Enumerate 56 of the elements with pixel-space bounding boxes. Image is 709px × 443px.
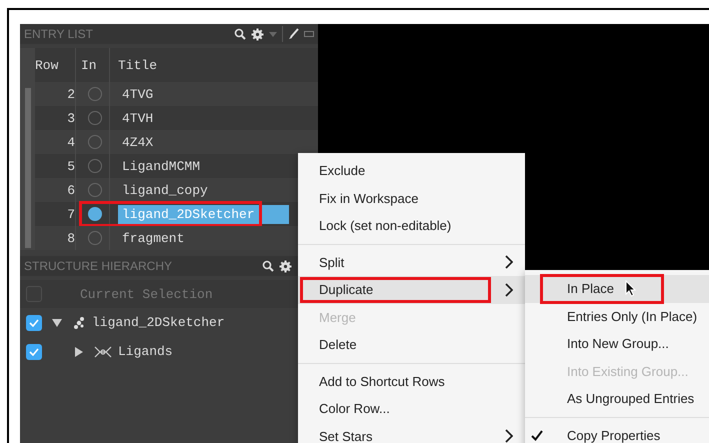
checkmark-icon xyxy=(29,318,39,326)
menu-item[interactable]: Set Stars xyxy=(298,422,525,443)
menu-item[interactable]: Into New Group... xyxy=(525,330,709,358)
row-number: 6 xyxy=(66,182,75,198)
settings-icon[interactable] xyxy=(279,260,292,272)
ligand-icon xyxy=(94,346,112,358)
entry-title[interactable]: 4Z4X xyxy=(118,132,158,152)
row-number: 2 xyxy=(66,86,75,102)
menu-item[interactable]: Add to Shortcut Rows xyxy=(298,368,525,395)
expand-arrow-icon[interactable] xyxy=(74,346,84,356)
checkmark-icon xyxy=(29,348,39,356)
include-toggle[interactable] xyxy=(88,111,102,125)
menu-item[interactable]: Fix in Workspace xyxy=(298,184,525,212)
entry-title[interactable]: 4TVG xyxy=(118,84,158,104)
panel-title: STRUCTURE HIERARCHY xyxy=(24,259,172,273)
include-toggle[interactable] xyxy=(88,135,102,149)
row-number: 4 xyxy=(66,134,75,150)
checkbox[interactable] xyxy=(26,314,42,330)
tree-item-label[interactable]: Ligands xyxy=(118,344,173,359)
menu-item[interactable]: As Ungrouped Entries xyxy=(525,385,709,412)
brush-icon[interactable] xyxy=(288,28,299,40)
checkbox[interactable] xyxy=(26,344,42,360)
tree-item-label[interactable]: ligand_2DSketcher xyxy=(92,315,225,330)
include-toggle[interactable] xyxy=(88,87,102,101)
column-header[interactable]: Row xyxy=(35,58,75,72)
include-toggle[interactable] xyxy=(88,159,102,173)
scrollbar-thumb[interactable] xyxy=(24,88,30,248)
entry-title[interactable]: fragment xyxy=(118,228,188,248)
include-toggle[interactable] xyxy=(88,231,102,245)
entry-title[interactable]: LigandMCMM xyxy=(118,156,204,176)
row-number: 7 xyxy=(66,206,75,222)
menu-item[interactable]: Split xyxy=(298,248,525,276)
collapse-arrow-icon[interactable] xyxy=(52,318,62,328)
menu-item[interactable]: Entries Only (In Place) xyxy=(525,302,709,330)
menu-item[interactable]: In Place xyxy=(525,275,709,302)
menu-item[interactable]: Color Row... xyxy=(298,395,525,422)
menu-item[interactable]: Duplicate xyxy=(298,276,525,304)
current-selection-label: Current Selection xyxy=(80,286,213,302)
minimize-icon[interactable] xyxy=(304,31,314,37)
row-number: 3 xyxy=(66,110,75,126)
settings-icon[interactable] xyxy=(251,28,264,40)
row-number: 8 xyxy=(66,230,75,246)
mouse-cursor-icon xyxy=(625,280,636,297)
menu-item[interactable]: Lock (set non-editable) xyxy=(298,212,525,240)
panel-title: ENTRY LIST xyxy=(24,27,93,41)
entry-title[interactable]: 4TVH xyxy=(118,108,158,128)
entry-title[interactable]: ligand_copy xyxy=(118,180,212,200)
search-icon[interactable] xyxy=(262,260,274,272)
row-number: 5 xyxy=(66,158,75,174)
menu-item[interactable]: Copy Properties xyxy=(525,422,709,443)
include-toggle[interactable] xyxy=(88,183,102,197)
search-icon[interactable] xyxy=(234,28,246,40)
menu-item[interactable]: Exclude xyxy=(298,157,525,184)
molecule-icon xyxy=(72,316,86,330)
include-toggle[interactable] xyxy=(88,207,102,221)
menu-item[interactable]: Delete xyxy=(298,331,525,358)
